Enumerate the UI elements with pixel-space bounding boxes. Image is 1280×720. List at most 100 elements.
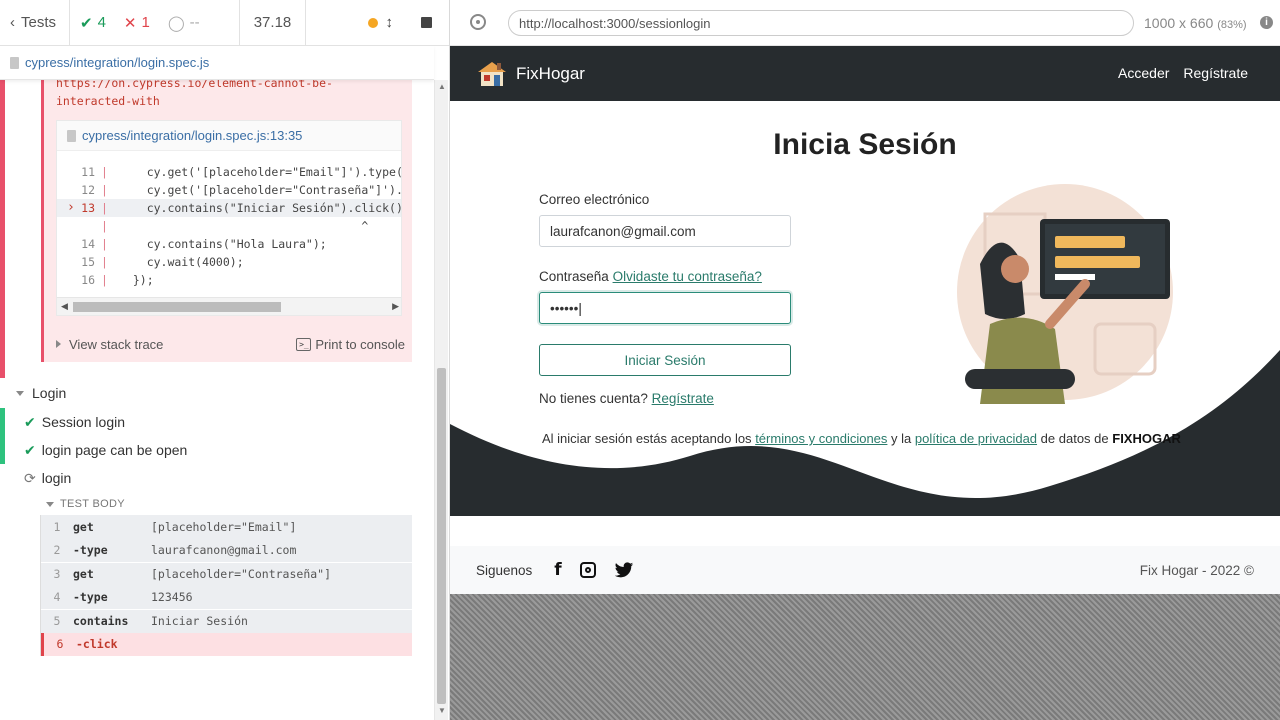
- arrows-vertical-icon: ↕: [385, 14, 394, 31]
- failed-count: ✕ 1: [124, 14, 150, 32]
- test-login-page-open[interactable]: ✔ login page can be open: [0, 436, 434, 464]
- code-line: 12 | cy.get('[placeholder="Contraseña"]')…: [57, 181, 402, 199]
- view-stack-trace-toggle[interactable]: View stack trace: [56, 337, 163, 352]
- terms-link[interactable]: términos y condiciones: [755, 431, 887, 446]
- page-title: Inicia Sesión: [773, 128, 957, 161]
- privacy-link[interactable]: política de privacidad: [915, 431, 1037, 446]
- command-row[interactable]: 4 -type 123456: [41, 585, 412, 609]
- code-frame-file: cypress/integration/login.spec.js:13:35: [82, 128, 303, 143]
- error-block: https://on.cypress.io/element-cannot-be-…: [0, 80, 434, 378]
- test-body-header[interactable]: TEST BODY: [40, 493, 412, 515]
- cmd-number: 1: [53, 519, 61, 534]
- command-row-failed[interactable]: 6 -click: [41, 632, 412, 656]
- navbar: FixHogar Acceder Regístrate: [450, 46, 1280, 101]
- scroll-thumb[interactable]: [73, 302, 281, 312]
- test-label: Session login: [41, 414, 126, 430]
- scroll-up-icon[interactable]: ▲: [438, 82, 446, 91]
- line-code: cy.contains("Iniciar Sesión").click(): [119, 201, 402, 215]
- selector-playground-icon[interactable]: [470, 14, 486, 30]
- footer: Siguenos f Fix Hogar - 2022 ©: [450, 546, 1280, 594]
- nav-register-link[interactable]: Regístrate: [1183, 65, 1248, 81]
- code-frame-header[interactable]: cypress/integration/login.spec.js:13:35: [57, 121, 401, 151]
- brand-link[interactable]: FixHogar: [476, 60, 585, 88]
- line-gutter: |: [101, 273, 108, 287]
- cmd-name: -type: [73, 590, 108, 605]
- scroll-right-icon[interactable]: ▶: [392, 301, 399, 312]
- terms-text: Al iniciar sesión estás aceptando los té…: [542, 431, 1182, 446]
- cmd-number: 3: [53, 567, 61, 582]
- command-row[interactable]: 1 get [placeholder="Email"]: [41, 515, 412, 539]
- twitter-icon[interactable]: [614, 561, 634, 579]
- cmd-message: 123456: [151, 590, 193, 605]
- stop-icon[interactable]: [421, 17, 432, 28]
- reporter-scroll-area[interactable]: https://on.cypress.io/element-cannot-be-…: [0, 80, 434, 680]
- view-stack-label: View stack trace: [69, 336, 164, 352]
- code-frame: cypress/integration/login.spec.js:13:35 …: [56, 120, 402, 316]
- file-icon: [10, 56, 19, 69]
- password-field[interactable]: •••••• |: [539, 292, 791, 324]
- nav-login-link[interactable]: Acceder: [1118, 65, 1169, 81]
- command-row[interactable]: 3 get [placeholder="Contraseña"]: [41, 562, 412, 586]
- line-number: 14: [81, 237, 95, 251]
- terms-mid: y la: [891, 431, 912, 446]
- line-number: 13: [57, 200, 101, 215]
- test-login-running[interactable]: ⟳ login: [0, 464, 434, 492]
- cmd-number: 2: [53, 543, 61, 558]
- line-code: cy.wait(4000);: [119, 255, 244, 269]
- facebook-icon[interactable]: f: [554, 560, 561, 580]
- cmd-message: Iniciar Sesión: [151, 614, 248, 629]
- suite-login: Login ✔ Session login ✔ login page can b…: [0, 378, 434, 656]
- line-code: cy.get('[placeholder="Contraseña"]').: [119, 183, 402, 197]
- cmd-name: get: [73, 567, 94, 582]
- scroll-down-icon[interactable]: ▼: [438, 706, 446, 715]
- line-code: cy.get('[placeholder="Email"]').type(: [119, 165, 402, 179]
- runner-header: ‹ Tests ✔ 4 ✕ 1 ◯ -- 37.18 ↕: [0, 0, 449, 46]
- reporter-scrollbar[interactable]: ▲ ▼: [434, 80, 448, 720]
- info-icon[interactable]: i: [1260, 16, 1273, 29]
- scroll-thumb[interactable]: [437, 368, 446, 704]
- suite-title-row[interactable]: Login: [0, 378, 434, 408]
- refresh-icon: ⟳: [24, 469, 36, 486]
- email-field[interactable]: laurafcanon@gmail.com: [539, 215, 791, 247]
- line-code: ^: [119, 219, 369, 233]
- line-number: 12: [81, 183, 95, 197]
- scroll-left-icon[interactable]: ◀: [61, 301, 68, 312]
- caret-right-icon: [56, 340, 61, 348]
- code-line: 15 | cy.wait(4000);: [57, 253, 401, 271]
- aut-address-bar: http://localhost:3000/sessionlogin 1000 …: [450, 0, 1280, 46]
- spec-file-bar[interactable]: cypress/integration/login.spec.js: [0, 46, 434, 80]
- tests-back-button[interactable]: ‹ Tests: [0, 0, 70, 45]
- cmd-number: 5: [53, 614, 61, 629]
- url-field[interactable]: http://localhost:3000/sessionlogin: [508, 10, 1134, 36]
- line-code: cy.contains("Hola Laura");: [119, 237, 327, 251]
- instagram-icon[interactable]: [579, 562, 596, 578]
- line-gutter: |: [101, 255, 108, 269]
- code-line: | ^: [57, 217, 401, 235]
- cmd-name: -click: [76, 637, 118, 652]
- command-log: 1 get [placeholder="Email"] 2 -type laurafca…: [40, 515, 412, 656]
- print-to-console-button[interactable]: >_ Print to console: [296, 337, 405, 352]
- zoom-level: (83%): [1217, 19, 1247, 31]
- spec-path: cypress/integration/login.spec.js: [25, 55, 210, 70]
- app-frame: FixHogar Acceder Regístrate Inicia Sesió…: [450, 46, 1280, 594]
- test-stats: ✔ 4 ✕ 1 ◯ --: [70, 0, 240, 45]
- error-actions: View stack trace >_ Print to console: [44, 326, 415, 362]
- x-icon: ✕: [123, 14, 137, 32]
- test-session-login[interactable]: ✔ Session login: [0, 408, 434, 436]
- command-row[interactable]: 2 -type laurafcanon@gmail.com: [41, 538, 412, 562]
- check-icon: ✔: [80, 14, 93, 32]
- file-icon: [67, 129, 76, 142]
- caret-down-icon: [46, 501, 54, 507]
- wave-decoration: [450, 350, 1280, 516]
- error-docs-link[interactable]: https://on.cypress.io/element-cannot-be-…: [56, 80, 406, 110]
- forgot-password-link[interactable]: Olvidaste tu contraseña?: [613, 269, 762, 284]
- horizontal-scrollbar[interactable]: ◀ ▶: [57, 297, 401, 315]
- cmd-number: 4: [53, 590, 61, 605]
- test-label: login: [41, 470, 72, 486]
- password-label: Contraseña: [539, 269, 609, 284]
- test-body: TEST BODY 1 get [placeholder="Email"] 2 -ty…: [40, 493, 412, 656]
- cmd-name: -type: [73, 543, 108, 558]
- command-row[interactable]: 5 contains Iniciar Sesión: [41, 609, 412, 633]
- auto-scroll-toggle[interactable]: ↕: [367, 14, 394, 31]
- circle-icon: ◯: [167, 14, 185, 32]
